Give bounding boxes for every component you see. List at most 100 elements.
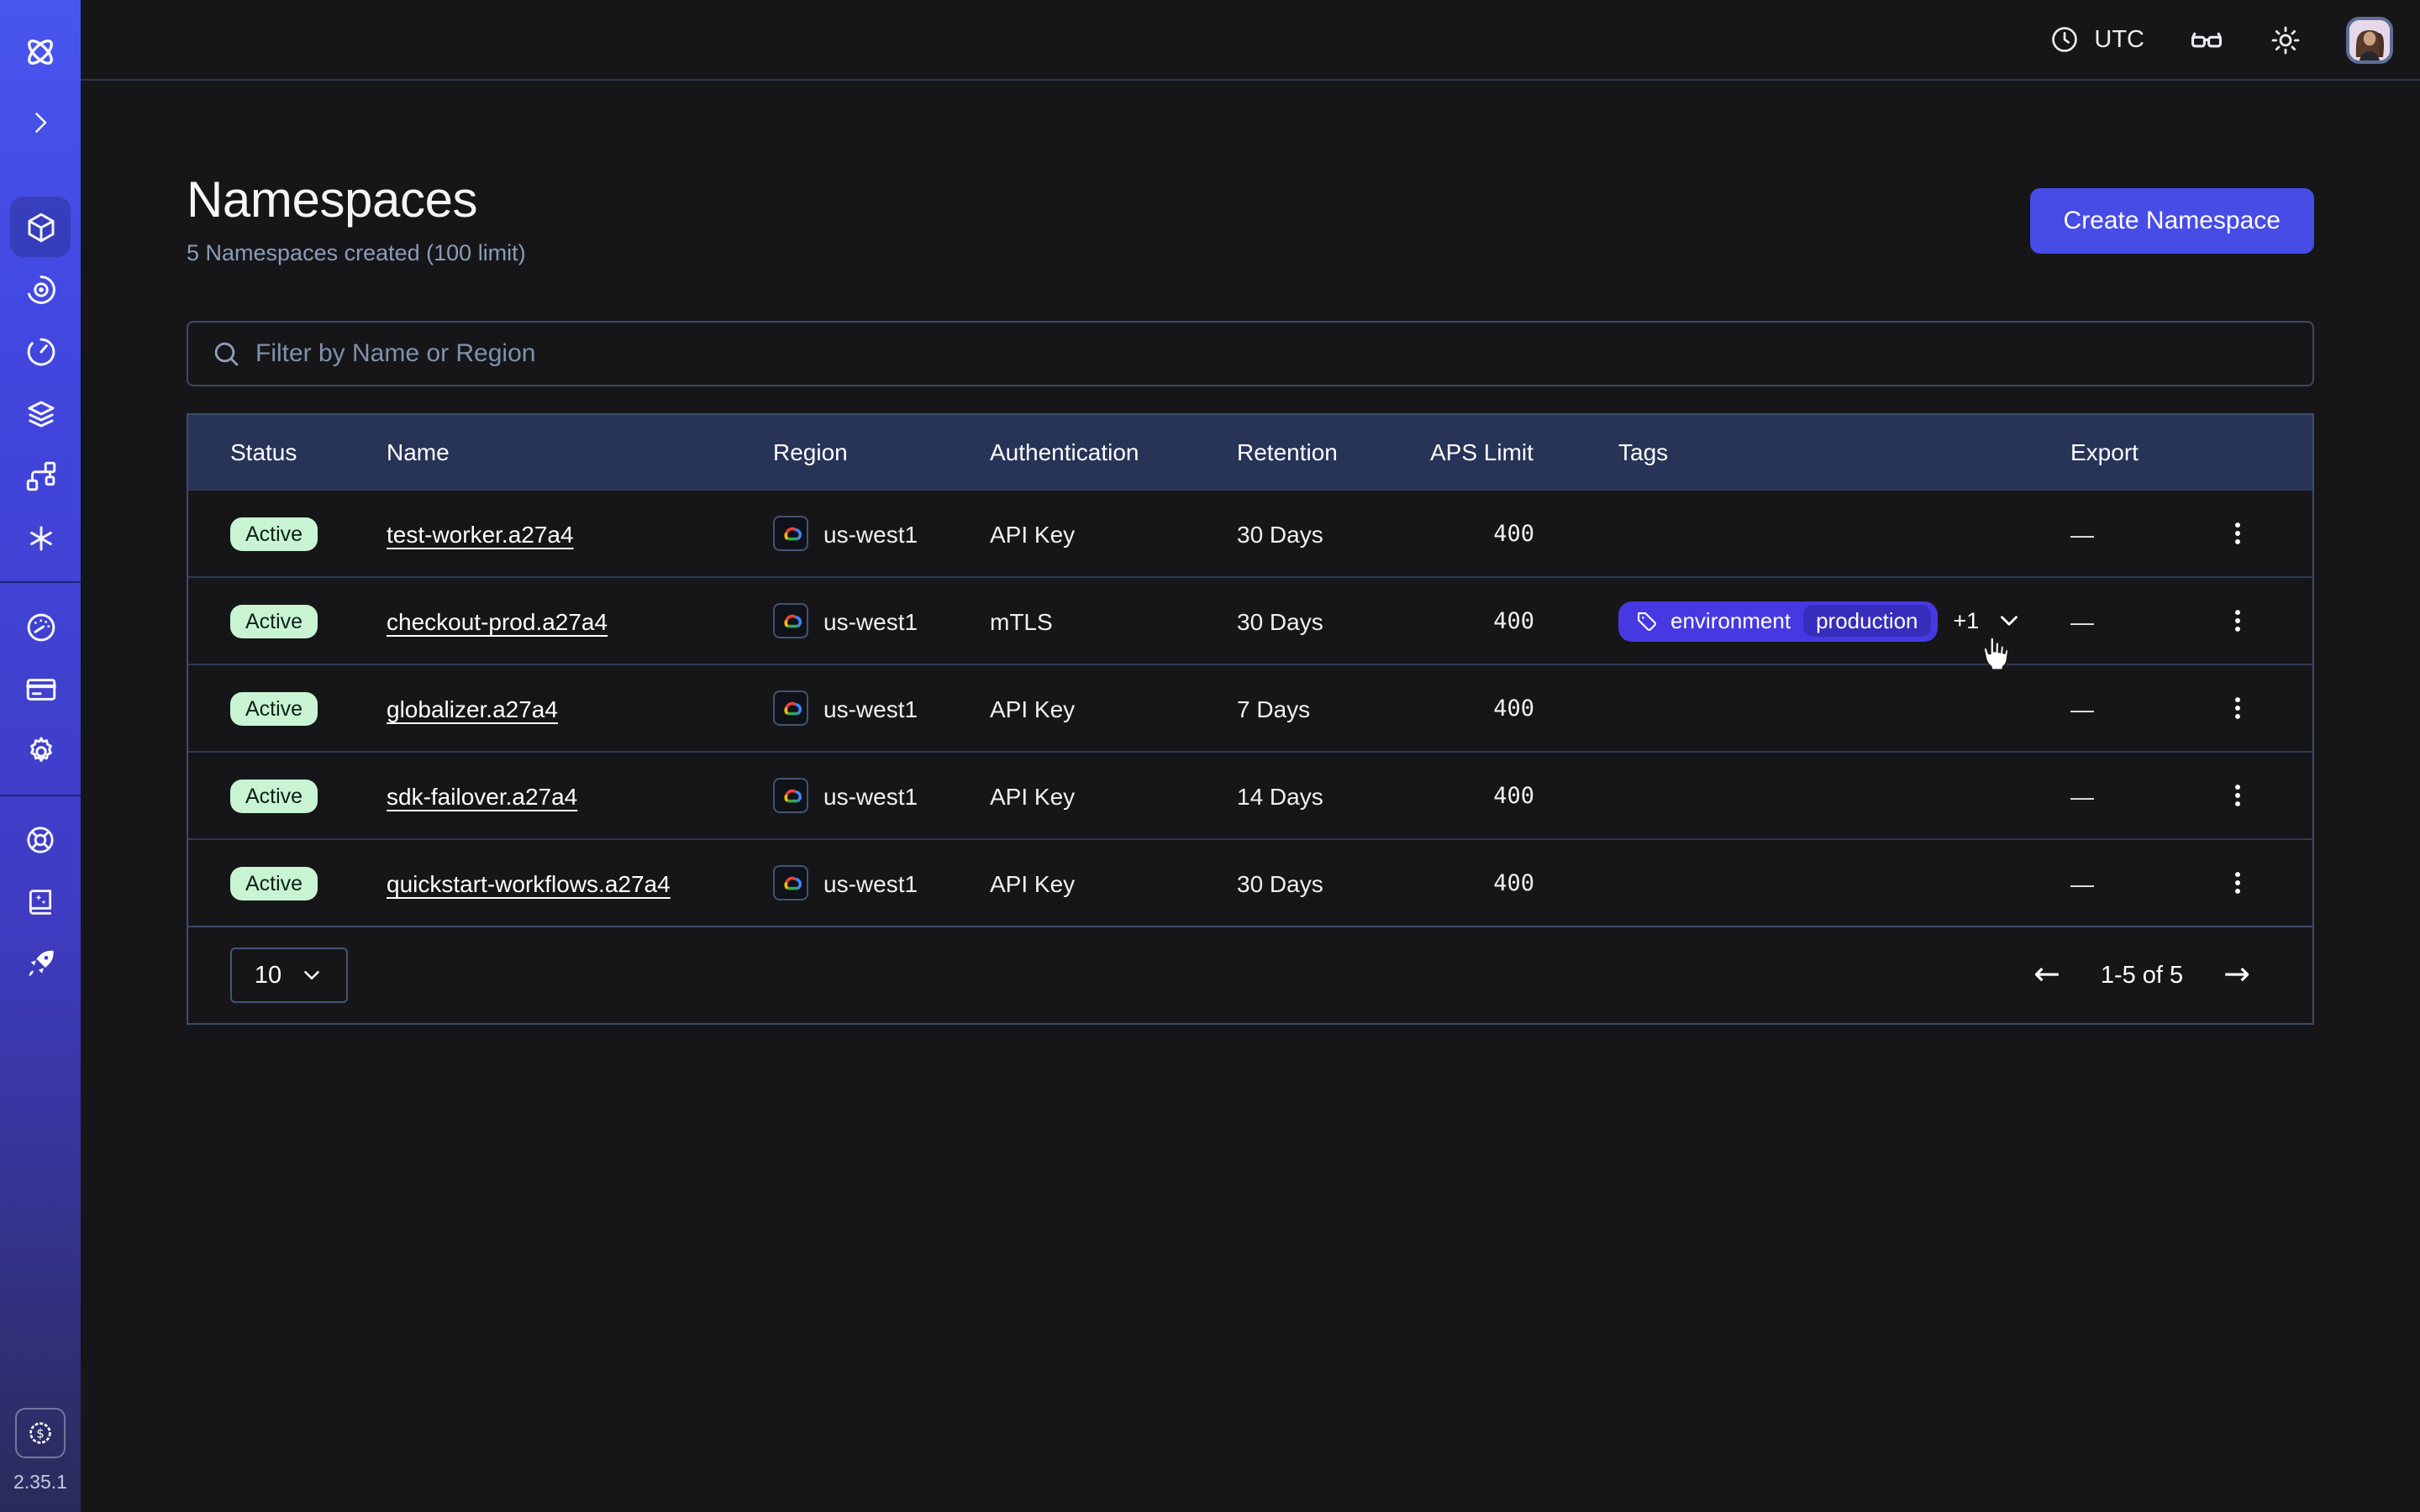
gcp-cloud-icon (773, 516, 808, 551)
table-row: Active checkout-prod.a27a4 us-west1 mTLS… (188, 576, 2312, 664)
sidebar-item-settings[interactable] (10, 721, 71, 781)
badge-dollar-icon: $ (25, 1418, 55, 1448)
expand-tags-button[interactable] (1994, 606, 2023, 635)
sun-icon (2269, 23, 2302, 56)
content: Namespaces 5 Namespaces created (100 lim… (81, 81, 2420, 1025)
region-cell: us-west1 (773, 516, 990, 551)
tag-icon (1635, 609, 1659, 633)
name-cell: sdk-failover.a27a4 (387, 782, 773, 809)
region-cell: us-west1 (773, 690, 990, 726)
aps-limit-cell: 400 (1430, 607, 1618, 634)
namespace-link[interactable]: sdk-failover.a27a4 (387, 782, 577, 809)
labs-toggle-button[interactable] (2188, 21, 2225, 58)
export-cell: — (2070, 869, 2210, 896)
page-head: Namespaces 5 Namespaces created (100 lim… (187, 171, 2314, 269)
export-cell: — (2070, 607, 2210, 634)
table-row: Active sdk-failover.a27a4 us-west1 API K… (188, 751, 2312, 838)
status-cell: Active (230, 604, 387, 638)
table-row: Active test-worker.a27a4 us-west1 API Ke… (188, 489, 2312, 576)
status-cell: Active (230, 866, 387, 900)
tag-key: environment (1670, 608, 1791, 633)
temporal-logo-icon (20, 32, 60, 72)
sidebar-item-namespaces[interactable] (10, 197, 71, 257)
region-label: us-west1 (823, 607, 918, 634)
actions-cell (2210, 694, 2312, 722)
row-menu-button[interactable] (2223, 694, 2252, 722)
sidebar-item-nexus[interactable] (10, 507, 71, 568)
region-label: us-west1 (823, 695, 918, 722)
actions-cell (2210, 606, 2312, 635)
name-cell: quickstart-workflows.a27a4 (387, 869, 773, 896)
tags-cell: environment production +1 (1618, 601, 2070, 641)
page-size-select[interactable]: 10 (230, 948, 348, 1003)
sidebar-item-support[interactable] (10, 810, 71, 870)
spiral-eye-icon (23, 271, 58, 307)
status-cell: Active (230, 691, 387, 725)
page-subtitle: 5 Namespaces created (100 limit) (187, 239, 526, 269)
namespace-link[interactable]: quickstart-workflows.a27a4 (387, 869, 671, 896)
auth-cell: API Key (990, 869, 1237, 896)
name-cell: checkout-prod.a27a4 (387, 607, 773, 634)
life-ring-icon (24, 823, 57, 857)
credits-button[interactable]: $ (15, 1408, 66, 1458)
status-cell: Active (230, 517, 387, 550)
namespace-link[interactable]: checkout-prod.a27a4 (387, 607, 608, 634)
tag-badge[interactable]: environment production (1618, 601, 1939, 641)
sidebar-item-timer[interactable] (10, 321, 71, 381)
retention-cell: 30 Days (1237, 607, 1430, 634)
retention-cell: 14 Days (1237, 782, 1430, 809)
retention-cell: 30 Days (1237, 869, 1430, 896)
next-page-button[interactable]: → (2223, 959, 2250, 991)
row-menu-button[interactable] (2223, 519, 2252, 548)
screen: $ 2.35.1 UTC (0, 0, 2420, 1512)
prev-page-button[interactable]: ← (2033, 959, 2060, 991)
table-row: Active quickstart-workflows.a27a4 us-wes… (188, 838, 2312, 926)
kebab-icon (2223, 519, 2252, 548)
name-cell: globalizer.a27a4 (387, 695, 773, 722)
page-range-label: 1-5 of 5 (2101, 962, 2183, 989)
auth-cell: API Key (990, 520, 1237, 547)
name-cell: test-worker.a27a4 (387, 520, 773, 547)
timer-icon (23, 333, 58, 369)
search-input[interactable] (188, 323, 2312, 385)
more-tags-label: +1 (1954, 608, 1980, 633)
search-box (187, 321, 2314, 386)
row-menu-button[interactable] (2223, 869, 2252, 897)
col-region: Region (773, 438, 990, 465)
retention-cell: 7 Days (1237, 695, 1430, 722)
actions-cell (2210, 781, 2312, 810)
sidebar-item-billing[interactable] (10, 659, 71, 719)
page-title: Namespaces (187, 171, 526, 232)
table-header: Status Name Region Authentication Retent… (188, 415, 2312, 489)
sidebar-item-usage[interactable] (10, 596, 71, 657)
col-status: Status (230, 438, 387, 465)
create-namespace-button[interactable]: Create Namespace (2030, 188, 2314, 254)
actions-cell (2210, 519, 2312, 548)
region-cell: us-west1 (773, 778, 990, 813)
row-menu-button[interactable] (2223, 781, 2252, 810)
search-icon (210, 338, 244, 371)
pager: ← 1-5 of 5 → (2033, 959, 2250, 991)
region-label: us-west1 (823, 782, 918, 809)
sidebar-divider (0, 581, 81, 583)
sidebar-item-getting-started[interactable] (10, 934, 71, 995)
sidebar-item-docs[interactable] (10, 872, 71, 932)
sidebar-item-layers[interactable] (10, 383, 71, 444)
gear-icon (23, 733, 58, 769)
asterisk-icon (23, 520, 58, 555)
status-cell: Active (230, 779, 387, 812)
sidebar-item-branch[interactable] (10, 445, 71, 506)
sidebar-item-spiral[interactable] (10, 259, 71, 319)
status-badge: Active (230, 604, 318, 638)
namespace-link[interactable]: globalizer.a27a4 (387, 695, 558, 722)
timezone-button[interactable]: UTC (2049, 24, 2144, 55)
gcp-cloud-icon (773, 603, 808, 638)
clock-icon (2049, 24, 2081, 55)
user-avatar[interactable] (2346, 16, 2393, 63)
namespace-link[interactable]: test-worker.a27a4 (387, 520, 574, 547)
app-version: 2.35.1 (13, 1473, 67, 1494)
row-menu-button[interactable] (2223, 606, 2252, 635)
sidebar-expand-button[interactable] (10, 92, 71, 153)
temporal-logo[interactable] (10, 22, 71, 82)
theme-toggle-button[interactable] (2269, 23, 2302, 56)
